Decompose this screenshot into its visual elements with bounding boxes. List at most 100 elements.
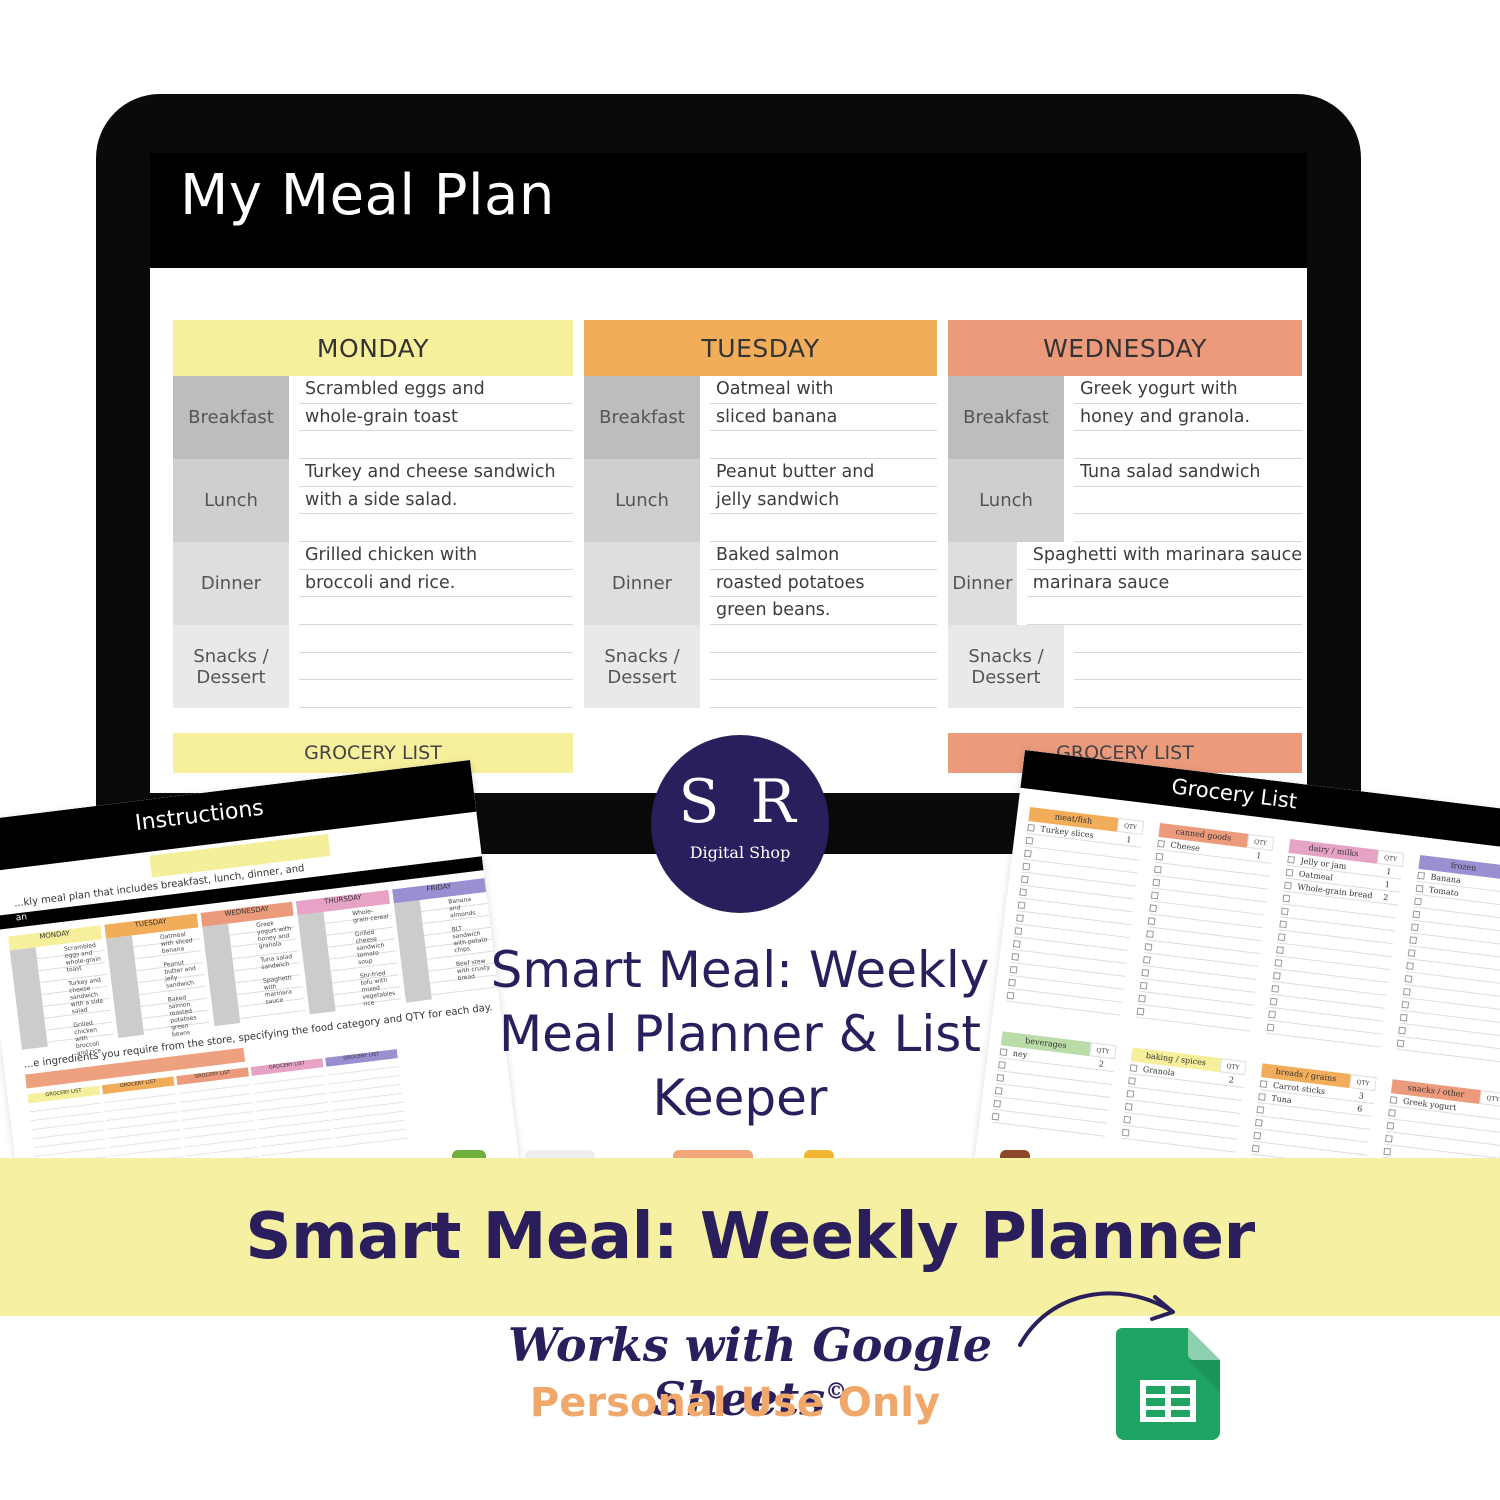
checkbox[interactable]	[1025, 836, 1034, 845]
checkbox[interactable]	[1016, 914, 1024, 923]
checkbox[interactable]	[1402, 987, 1411, 996]
meal-entry[interactable]: Turkey and cheese sandwich	[299, 459, 573, 487]
checkbox[interactable]	[1285, 868, 1294, 877]
meal-entry[interactable]	[299, 431, 573, 460]
checkbox[interactable]	[1139, 981, 1148, 990]
checkbox[interactable]	[1407, 949, 1416, 958]
checkbox[interactable]	[1014, 927, 1023, 935]
checkbox[interactable]	[1406, 962, 1414, 970]
meal-entry[interactable]: with a side salad.	[299, 487, 573, 515]
checkbox[interactable]	[1409, 936, 1418, 945]
checkbox[interactable]	[1412, 910, 1421, 919]
checkbox[interactable]	[1272, 971, 1281, 980]
checkbox[interactable]	[1141, 968, 1150, 977]
meal-entry[interactable]: whole-grain toast	[299, 404, 573, 432]
checkbox[interactable]	[1274, 959, 1283, 967]
checkbox[interactable]	[1027, 823, 1035, 832]
meal-entry[interactable]: Peanut butter and	[710, 459, 937, 487]
checkbox[interactable]	[1144, 943, 1153, 951]
checkbox[interactable]	[1124, 1102, 1133, 1111]
checkbox[interactable]	[1287, 855, 1296, 864]
meal-entry[interactable]: marinara sauce	[1026, 570, 1302, 598]
checkbox[interactable]	[1277, 933, 1286, 942]
meal-entry[interactable]	[299, 597, 573, 626]
meal-entry[interactable]	[1074, 514, 1302, 543]
meal-entry[interactable]: roasted potatoes	[710, 570, 937, 598]
checkbox[interactable]	[1399, 1013, 1408, 1022]
meal-entry[interactable]	[710, 431, 937, 460]
meal-entry[interactable]	[710, 653, 937, 681]
checkbox[interactable]	[1017, 901, 1026, 910]
checkbox[interactable]	[1268, 1010, 1276, 1019]
checkbox[interactable]	[1256, 1105, 1265, 1114]
meal-entry[interactable]: Scrambled eggs and	[299, 376, 573, 404]
meal-entry[interactable]: Greek yogurt with	[1074, 376, 1302, 404]
checkbox[interactable]	[1251, 1144, 1260, 1153]
checkbox[interactable]	[1023, 849, 1032, 858]
checkbox[interactable]	[1129, 1064, 1138, 1072]
checkbox[interactable]	[1388, 1109, 1396, 1117]
meal-entry[interactable]: Baked salmon	[710, 542, 937, 570]
checkbox[interactable]	[1128, 1077, 1136, 1085]
checkbox[interactable]	[1386, 1121, 1395, 1130]
checkbox[interactable]	[1154, 865, 1162, 874]
checkbox[interactable]	[1149, 904, 1158, 913]
checkbox[interactable]	[1123, 1115, 1132, 1124]
meal-entry[interactable]	[710, 514, 937, 543]
meal-entry[interactable]	[1074, 625, 1302, 653]
meal-entry[interactable]: sliced banana	[710, 404, 937, 432]
checkbox[interactable]	[1138, 994, 1146, 1003]
meal-entry[interactable]	[299, 680, 573, 709]
meal-entry[interactable]: Spaghetti with marinara sauce	[1026, 542, 1302, 570]
meal-entry[interactable]: green beans.	[710, 597, 937, 626]
checkbox[interactable]	[1415, 884, 1424, 893]
checkbox[interactable]	[1284, 881, 1292, 890]
checkbox[interactable]	[1417, 871, 1426, 880]
checkbox[interactable]	[1279, 920, 1288, 929]
meal-entry[interactable]: broccoli and rice.	[299, 570, 573, 598]
meal-entry[interactable]: jelly sandwich	[710, 487, 937, 515]
checkbox[interactable]	[1383, 1147, 1392, 1156]
meal-entry[interactable]: Oatmeal with	[710, 376, 937, 404]
checkbox[interactable]	[1020, 875, 1029, 884]
checkbox[interactable]	[1280, 907, 1289, 916]
meal-entry[interactable]	[1074, 653, 1302, 681]
checkbox[interactable]	[1152, 878, 1161, 887]
meal-entry[interactable]	[710, 680, 937, 709]
checkbox[interactable]	[1389, 1096, 1398, 1104]
meal-entry[interactable]: Grilled chicken with	[299, 542, 573, 570]
meal-entry[interactable]	[1026, 597, 1302, 626]
checkbox[interactable]	[1150, 891, 1159, 900]
checkbox[interactable]	[1022, 862, 1031, 871]
checkbox[interactable]	[1142, 956, 1151, 964]
checkbox[interactable]	[1126, 1090, 1135, 1098]
meal-entry[interactable]: honey and granola.	[1074, 404, 1302, 432]
checkbox[interactable]	[1253, 1131, 1262, 1140]
checkbox[interactable]	[1258, 1093, 1266, 1101]
checkbox[interactable]	[1271, 984, 1280, 993]
checkbox[interactable]	[1404, 975, 1413, 983]
checkbox[interactable]	[1019, 888, 1028, 897]
meal-entry[interactable]	[299, 514, 573, 543]
checkbox[interactable]	[1269, 997, 1278, 1006]
meal-entry[interactable]	[1074, 487, 1302, 515]
checkbox[interactable]	[1276, 946, 1284, 954]
checkbox[interactable]	[1121, 1128, 1130, 1137]
checkbox[interactable]	[1396, 1039, 1405, 1048]
checkbox[interactable]	[1155, 852, 1164, 861]
checkbox[interactable]	[1259, 1080, 1268, 1088]
checkbox[interactable]	[1398, 1026, 1407, 1035]
checkbox[interactable]	[1136, 1007, 1145, 1016]
meal-entry[interactable]	[299, 625, 573, 653]
checkbox[interactable]	[1410, 923, 1419, 932]
checkbox[interactable]	[1384, 1134, 1393, 1143]
checkbox[interactable]	[1401, 1000, 1410, 1009]
checkbox[interactable]	[1254, 1118, 1263, 1127]
checkbox[interactable]	[1147, 917, 1156, 926]
meal-entry[interactable]	[299, 653, 573, 681]
checkbox[interactable]	[1157, 839, 1165, 848]
checkbox[interactable]	[1282, 894, 1291, 903]
meal-entry[interactable]	[710, 625, 937, 653]
meal-entry[interactable]: Tuna salad sandwich	[1074, 459, 1302, 487]
checkbox[interactable]	[1414, 897, 1422, 906]
